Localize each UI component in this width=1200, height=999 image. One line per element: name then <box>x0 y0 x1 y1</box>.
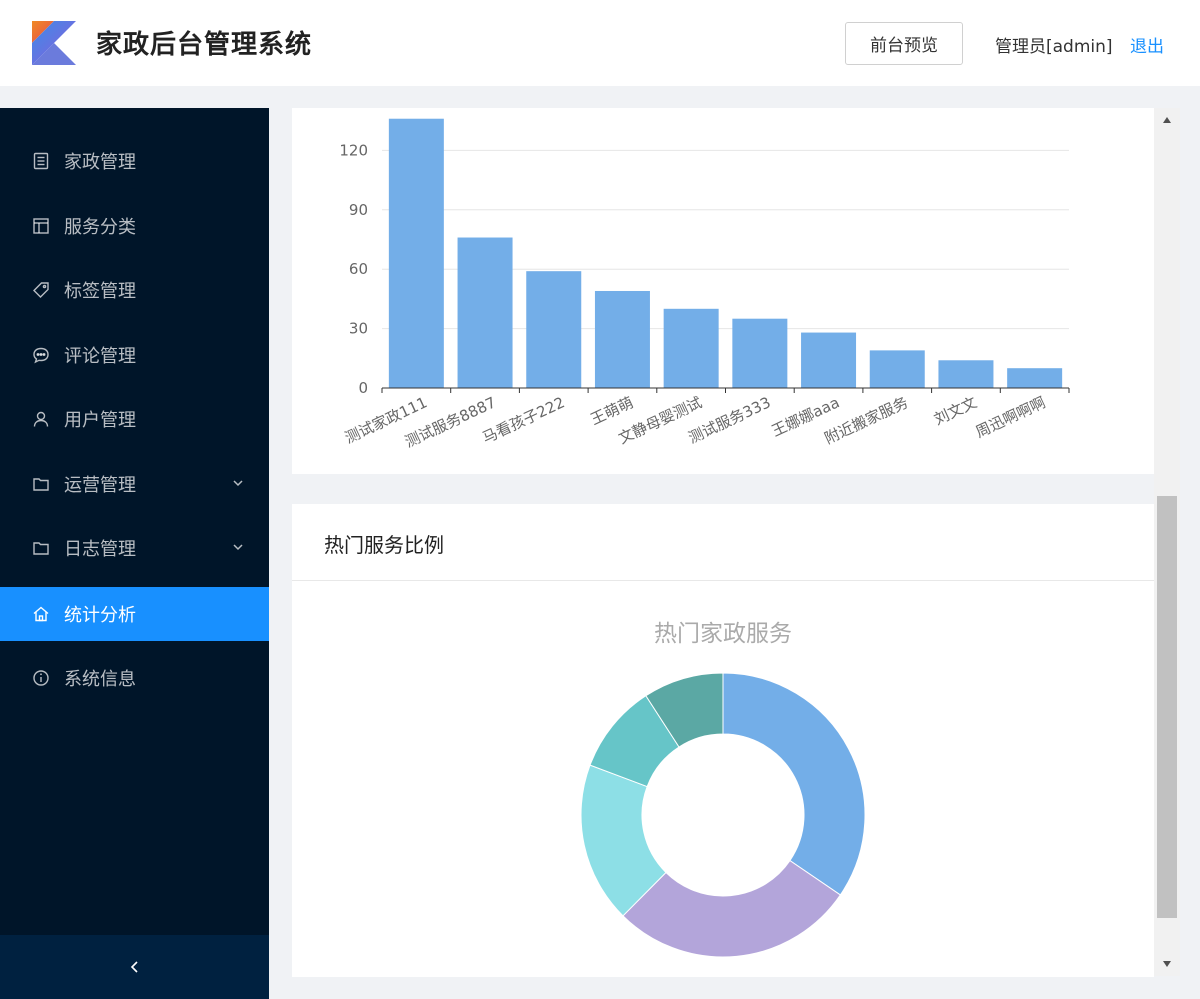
bar <box>594 290 650 388</box>
y-tick-label: 120 <box>339 141 368 159</box>
bar <box>663 308 719 388</box>
x-tick-label: 刘文文 <box>931 393 979 428</box>
logo-icon <box>32 21 76 65</box>
bar <box>938 360 994 388</box>
sidebar-item-service-category[interactable]: 服务分类 <box>0 199 269 253</box>
sidebar-item-label: 用户管理 <box>64 410 136 431</box>
scroll-down-arrow[interactable] <box>1154 952 1180 976</box>
user-icon <box>32 410 50 428</box>
admin-username: 管理员[admin] <box>995 37 1113 57</box>
y-tick-label: 60 <box>349 260 368 278</box>
bar <box>526 271 582 388</box>
sidebar-collapse-button[interactable] <box>0 935 269 999</box>
app-title: 家政后台管理系统 <box>96 30 313 60</box>
sidebar-item-label: 评论管理 <box>64 346 136 367</box>
bar <box>1007 368 1063 388</box>
bar <box>869 350 925 388</box>
sidebar-item-label: 服务分类 <box>64 217 136 238</box>
layout-icon <box>32 217 50 235</box>
main-scrollbar[interactable] <box>1154 108 1180 976</box>
y-tick-label: 30 <box>349 320 368 338</box>
comment-icon <box>32 346 50 364</box>
x-tick-label: 周迅啊啊啊 <box>973 393 1049 441</box>
sidebar-item-label: 日志管理 <box>64 539 136 560</box>
bar <box>732 318 788 388</box>
sidebar-item-system-info[interactable]: 系统信息 <box>0 651 269 705</box>
sidebar-item-label: 运营管理 <box>64 475 136 496</box>
sidebar-item-users[interactable]: 用户管理 <box>0 392 269 446</box>
folder-icon <box>32 475 50 493</box>
bar-chart: 0306090120测试家政111测试服务8887马看孩子222 王萌萌文静母婴测… <box>339 118 1070 451</box>
bar <box>801 332 857 388</box>
bar-chart-card: 0 30 60 90 120 测试家政111 测试服务8887 马看孩子222 王萌萌 文静母婴测… <box>292 108 1154 474</box>
y-tick-label: 0 <box>358 379 368 397</box>
sidebar-item-logs[interactable]: 日志管理 <box>0 521 269 575</box>
list-icon <box>32 152 50 170</box>
scroll-up-arrow[interactable] <box>1154 108 1180 132</box>
sidebar-item-operations[interactable]: 运营管理 <box>0 457 269 511</box>
sidebar-menu: 家政管理 服务分类 标签管理 评论管理 用户管理 运营管理 日志管理 统计分析 … <box>0 108 269 999</box>
sidebar-item-label: 标签管理 <box>64 281 136 302</box>
bar <box>457 237 513 388</box>
bar <box>388 118 444 388</box>
scroll-thumb[interactable] <box>1157 496 1177 918</box>
sidebar-item-label: 系统信息 <box>64 669 136 690</box>
chevron-left-icon <box>130 961 138 973</box>
logout-link[interactable]: 退出 <box>1130 32 1164 57</box>
top-header: 家政后台管理系统 前台预览 管理员[admin] 退出 <box>0 0 1200 86</box>
sidebar-item-label: 统计分析 <box>64 605 136 626</box>
folder-icon <box>32 539 50 557</box>
pie-slice <box>722 672 866 896</box>
sidebar-item-label: 家政管理 <box>64 152 136 173</box>
frontend-preview-button[interactable]: 前台预览 <box>845 22 963 65</box>
sidebar-item-comments[interactable]: 评论管理 <box>0 328 269 382</box>
x-tick-label: 王萌萌 <box>588 393 636 428</box>
sidebar-item-tags[interactable]: 标签管理 <box>0 263 269 317</box>
tag-icon <box>32 281 50 299</box>
sidebar-item-statistics[interactable]: 统计分析 <box>0 587 269 641</box>
donut-chart <box>580 672 866 958</box>
pie-chart-card: 热门服务比例 热门家政服务 <box>292 504 1154 977</box>
sidebar-item-housekeeping[interactable]: 家政管理 <box>0 134 269 188</box>
y-tick-label: 90 <box>349 201 368 219</box>
info-icon <box>32 669 50 687</box>
chevron-down-icon <box>233 544 243 551</box>
home-icon <box>32 605 50 623</box>
chevron-down-icon <box>233 480 243 487</box>
